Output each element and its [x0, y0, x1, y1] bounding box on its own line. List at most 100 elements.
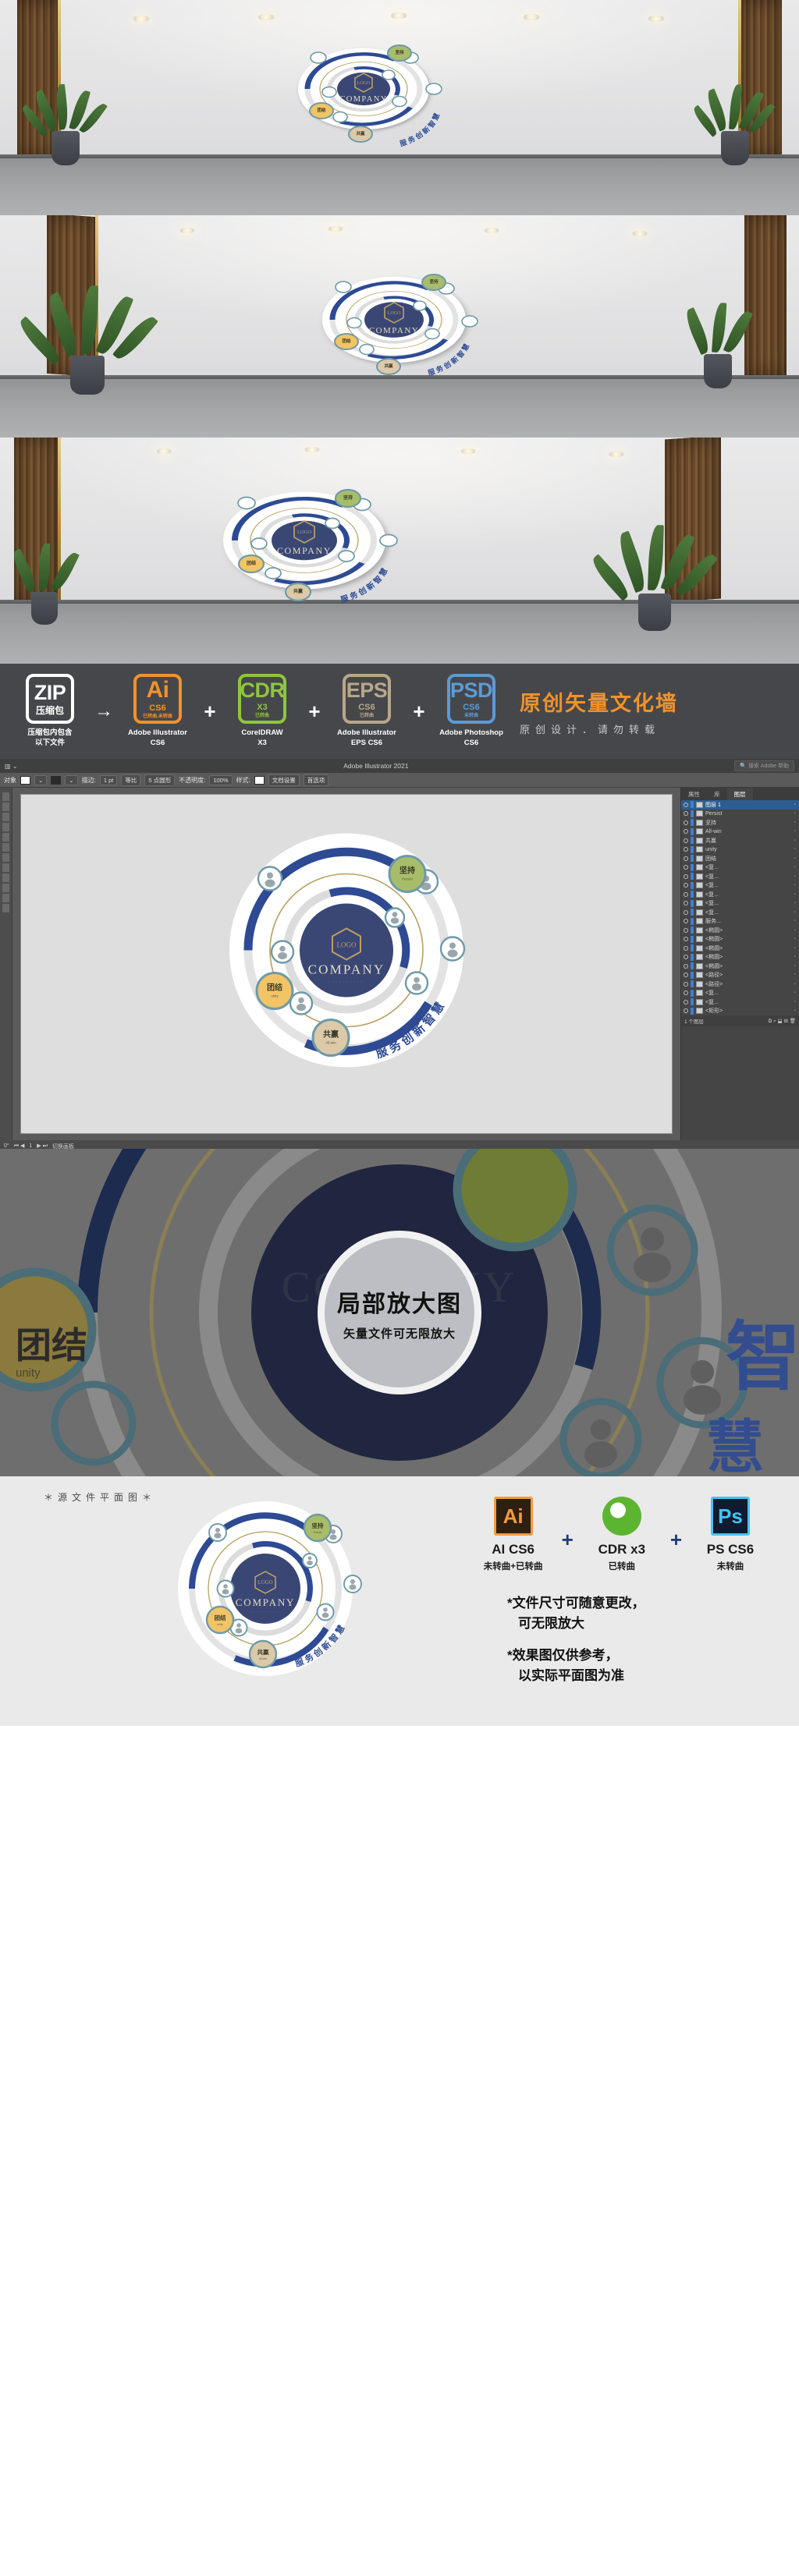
stroke-dropdown[interactable]: ⌄	[65, 774, 78, 785]
eye-icon[interactable]	[684, 865, 688, 870]
ai-layers-list[interactable]: 图层 1 ◦ Persist ◦ 坚持 ◦ All-win ◦ 共赢 ◦ unity ◦ 团结 ◦ <复..…	[681, 800, 799, 1015]
ai-artboard[interactable]: LOGO COMPANY ·········· 坚持 Persist 团结 un…	[20, 794, 673, 1134]
eye-icon[interactable]	[684, 955, 688, 960]
layer-target-icon[interactable]: ◦	[794, 928, 796, 933]
layer-target-icon[interactable]: ◦	[794, 982, 796, 987]
preferences-button[interactable]: 首选项	[303, 774, 329, 786]
layer-row[interactable]: <复... ◦	[681, 890, 799, 899]
eye-icon[interactable]	[684, 891, 688, 897]
layer-target-icon[interactable]: ◦	[794, 937, 796, 941]
eye-icon[interactable]	[684, 990, 688, 996]
tool-zoom[interactable]	[2, 884, 9, 892]
layer-row[interactable]: <复... ◦	[681, 997, 799, 1007]
layer-target-icon[interactable]: ◦	[794, 964, 796, 969]
layer-row[interactable]: 团结 ◦	[681, 854, 799, 863]
tool-gradient[interactable]	[2, 863, 9, 872]
layer-target-icon[interactable]: ◦	[794, 883, 796, 888]
eye-icon[interactable]	[684, 811, 688, 817]
layer-row[interactable]: <椭圆> ◦	[681, 944, 799, 953]
layer-row[interactable]: <复... ◦	[681, 989, 799, 998]
layer-row[interactable]: <复... ◦	[681, 899, 799, 909]
eye-icon[interactable]	[684, 883, 688, 888]
ai-canvas-area[interactable]: LOGO COMPANY ·········· 坚持 Persist 团结 un…	[12, 788, 680, 1140]
layer-row[interactable]: <椭圆> ◦	[681, 962, 799, 971]
eye-icon[interactable]	[684, 945, 688, 951]
layer-row[interactable]: 共赢 ◦	[681, 836, 799, 845]
ai-app-menu-icon[interactable]: ▥ ⌄	[5, 763, 17, 770]
opacity-field[interactable]: 100%	[209, 774, 233, 785]
tool-pen[interactable]	[2, 813, 9, 821]
eye-icon[interactable]	[684, 1008, 688, 1014]
rotation-value[interactable]: 0°	[4, 1143, 9, 1149]
layer-row[interactable]: <椭圆> ◦	[681, 935, 799, 944]
stroke-weight-field[interactable]: 1 pt	[99, 774, 118, 785]
tab-properties[interactable]: 属性	[681, 788, 707, 800]
layer-target-icon[interactable]: ◦	[794, 892, 796, 897]
layer-target-icon[interactable]: ◦	[794, 811, 796, 816]
eye-icon[interactable]	[684, 937, 688, 942]
eye-icon[interactable]	[684, 909, 688, 915]
layer-target-icon[interactable]: ◦	[794, 865, 796, 870]
layer-target-icon[interactable]: ◦	[794, 838, 796, 843]
brush-field[interactable]: 5 点圆形	[144, 774, 176, 786]
layer-row[interactable]: 图层 1 ◦	[681, 800, 799, 810]
layer-row[interactable]: <复... ◦	[681, 872, 799, 881]
layer-target-icon[interactable]: ◦	[794, 973, 796, 977]
tab-layers[interactable]: 图层	[726, 788, 753, 800]
eye-icon[interactable]	[684, 856, 688, 861]
page-number[interactable]: 1	[29, 1143, 32, 1149]
eye-icon[interactable]	[684, 802, 688, 807]
layer-target-icon[interactable]: ◦	[794, 990, 796, 995]
tool-eraser[interactable]	[2, 853, 9, 862]
layer-target-icon[interactable]: ◦	[794, 847, 796, 852]
style-swatch[interactable]	[254, 775, 265, 785]
layer-row[interactable]: <椭圆> ◦	[681, 926, 799, 935]
layer-row[interactable]: Persist ◦	[681, 810, 799, 819]
stroke-swatch[interactable]	[51, 775, 62, 785]
eye-icon[interactable]	[684, 820, 688, 825]
tool-hand[interactable]	[2, 894, 9, 902]
eye-icon[interactable]	[684, 847, 688, 852]
layer-row[interactable]: 服务... ◦	[681, 917, 799, 927]
eye-icon[interactable]	[684, 829, 688, 834]
layer-target-icon[interactable]: ◦	[794, 1000, 796, 1005]
layer-target-icon[interactable]: ◦	[794, 829, 796, 834]
tool-artboard[interactable]	[2, 904, 9, 912]
eye-icon[interactable]	[684, 901, 688, 906]
layers-footer-icons[interactable]: ⧉ ⌕ ⬓ ⊞ 🗑	[769, 1018, 796, 1025]
ai-panel-tabs[interactable]: 属性 库 图层	[681, 788, 799, 800]
layer-target-icon[interactable]: ◦	[794, 803, 796, 807]
layer-target-icon[interactable]: ◦	[794, 874, 796, 879]
layer-target-icon[interactable]: ◦	[794, 901, 796, 905]
eye-icon[interactable]	[684, 919, 688, 924]
layer-target-icon[interactable]: ◦	[794, 919, 796, 923]
fill-dropdown[interactable]: ⌄	[34, 774, 48, 785]
stroke-profile-field[interactable]: 等比	[121, 774, 141, 786]
eye-icon[interactable]	[684, 981, 688, 987]
layer-row[interactable]: <复... ◦	[681, 908, 799, 917]
ai-tools-panel[interactable]	[0, 788, 12, 1140]
tool-type[interactable]	[2, 823, 9, 831]
eye-icon[interactable]	[684, 927, 688, 933]
layer-row[interactable]: <复... ◦	[681, 863, 799, 873]
layer-target-icon[interactable]: ◦	[794, 946, 796, 951]
tool-selection[interactable]	[2, 792, 9, 801]
eye-icon[interactable]	[684, 973, 688, 978]
layer-row[interactable]: All-win ◦	[681, 827, 799, 837]
tab-library[interactable]: 库	[707, 788, 727, 800]
ai-search-input[interactable]: 🔍 搜索 Adobe 帮助	[734, 760, 794, 771]
layer-target-icon[interactable]: ◦	[794, 856, 796, 861]
layer-row[interactable]: 坚持 ◦	[681, 818, 799, 827]
layer-target-icon[interactable]: ◦	[794, 1008, 796, 1013]
tool-eyedropper[interactable]	[2, 873, 9, 882]
eye-icon[interactable]	[684, 999, 688, 1005]
fill-swatch[interactable]	[20, 775, 30, 785]
layer-row[interactable]: <矩形> ◦	[681, 1007, 799, 1016]
eye-icon[interactable]	[684, 838, 688, 843]
tool-direct-selection[interactable]	[2, 803, 9, 811]
eye-icon[interactable]	[684, 963, 688, 969]
layer-target-icon[interactable]: ◦	[794, 955, 796, 959]
layer-row[interactable]: <椭圆> ◦	[681, 953, 799, 962]
layer-row[interactable]: <路径> ◦	[681, 971, 799, 980]
tool-shape[interactable]	[2, 833, 9, 842]
